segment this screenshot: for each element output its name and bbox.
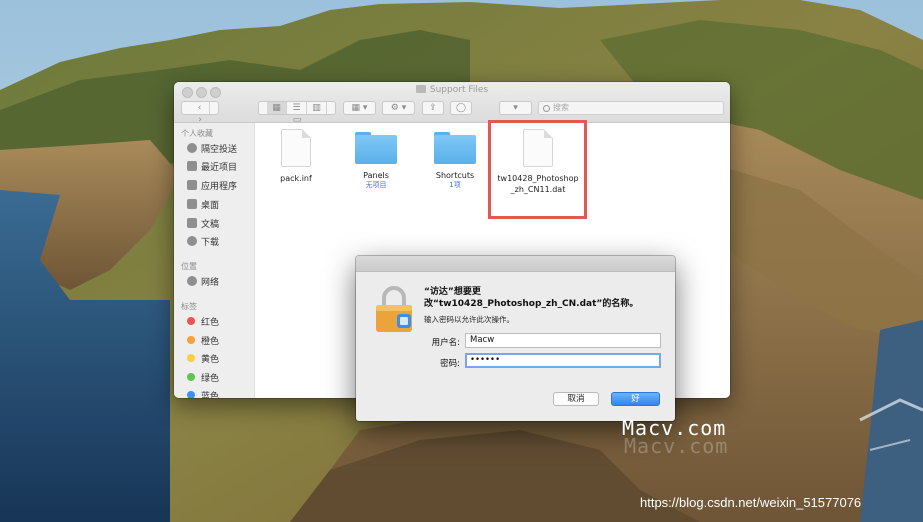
applications-icon (187, 180, 197, 190)
folder-icon (415, 85, 426, 93)
file-name: Panels (363, 171, 389, 180)
folder-icon (434, 132, 476, 164)
airdrop-icon (187, 143, 197, 153)
yellow-tag-dot-icon (187, 354, 195, 362)
sidebar-item-label: 橙色 (201, 337, 220, 347)
sidebar-item-tag-red[interactable]: 红色 (187, 316, 219, 330)
file-name: Shortcuts (435, 171, 475, 180)
icon-view-icon[interactable]: ▦ (267, 102, 287, 114)
action-menu-button[interactable]: ⚙ ▾ (382, 101, 415, 115)
sidebar-item-tag-orange[interactable]: 橙色 (187, 335, 219, 349)
dialog-title: “访达”想要更改“tw10428_Photoshop_zh_CN.dat”的名称… (424, 287, 639, 309)
folder-item-count: 无项目 (365, 181, 387, 189)
orange-tag-dot-icon (187, 336, 195, 344)
window-title-text: Support Files (429, 85, 489, 95)
file-item-pack-inf[interactable]: pack.inf (257, 129, 335, 184)
sidebar-header-locations: 位置 (181, 262, 197, 271)
auth-dialog: “访达”想要更改“tw10428_Photoshop_zh_CN.dat”的名称… (356, 256, 675, 421)
username-label: 用户名: (431, 338, 460, 348)
document-icon (281, 129, 311, 167)
sidebar-header-tags: 标签 (181, 302, 197, 311)
dropbox-button[interactable]: ▾ (499, 101, 532, 115)
sidebar-item-tag-blue[interactable]: 蓝色 (187, 390, 219, 398)
sidebar-item-desktop[interactable]: 桌面 (187, 199, 219, 213)
search-placeholder: 搜索 (553, 103, 569, 112)
brand-watermark: Macv.com (622, 416, 727, 440)
downloads-icon (187, 236, 197, 246)
finder-sidebar: 个人收藏 隔空投送 最近项目 应用程序 桌面 文稿 下载 位置 网络 标签 红色… (174, 123, 255, 398)
highlight-box (488, 120, 587, 219)
file-name: pack.inf (280, 174, 312, 183)
blue-tag-dot-icon (187, 391, 195, 398)
password-field[interactable]: •••••• (465, 353, 661, 368)
sidebar-item-label: 文稿 (201, 220, 220, 230)
sidebar-item-label: 网络 (201, 278, 220, 288)
search-input[interactable]: 搜索 (538, 101, 724, 115)
dialog-subtitle: 输入密码以允许此次操作。 (424, 315, 514, 324)
sidebar-item-recents[interactable]: 最近项目 (187, 161, 237, 175)
back-forward-buttons[interactable]: ‹› (181, 101, 219, 125)
tags-button[interactable]: ◯ (450, 101, 472, 115)
network-icon (187, 276, 197, 286)
finder-titlebar: Support Files ‹› ▦ ☰ ▥▭ ▦ ▾ ⚙ ▾ ⇪ ◯ ▾ 搜索 (174, 82, 730, 125)
sidebar-item-downloads[interactable]: 下载 (187, 236, 219, 250)
sidebar-item-label: 绿色 (201, 374, 220, 384)
documents-icon (187, 218, 197, 228)
sidebar-item-documents[interactable]: 文稿 (187, 218, 219, 232)
sidebar-item-airdrop[interactable]: 隔空投送 (187, 143, 237, 157)
folder-icon (355, 132, 397, 164)
recents-icon (187, 161, 197, 171)
group-by-button[interactable]: ▦ ▾ (343, 101, 376, 115)
sidebar-item-label: 蓝色 (201, 392, 220, 398)
sidebar-item-label: 桌面 (201, 201, 220, 211)
url-watermark: https://blog.csdn.net/weixin_51577076 (640, 495, 862, 510)
sidebar-item-label: 隔空投送 (201, 145, 238, 155)
gear-icon: ⚙ ▾ (390, 103, 407, 113)
sidebar-item-label: 最近项目 (201, 163, 238, 173)
sidebar-item-label: 黄色 (201, 355, 220, 365)
share-button[interactable]: ⇪ (422, 101, 444, 115)
column-view-icon[interactable]: ▥ (307, 102, 327, 114)
chevron-down-icon: ▾ (513, 103, 518, 113)
folder-item-panels[interactable]: Panels 无项目 (337, 129, 415, 190)
list-view-icon[interactable]: ☰ (287, 102, 307, 114)
sidebar-item-label: 应用程序 (201, 182, 238, 192)
sidebar-header-favorites: 个人收藏 (181, 129, 213, 138)
ok-button[interactable]: 好 (611, 392, 660, 406)
folder-item-count: 1项 (449, 181, 461, 189)
dialog-titlebar (356, 256, 675, 272)
green-tag-dot-icon (187, 373, 195, 381)
sidebar-item-label: 红色 (201, 318, 220, 328)
desktop-icon (187, 199, 197, 209)
tag-icon: ◯ (455, 103, 467, 113)
lock-icon (376, 286, 412, 332)
sidebar-item-applications[interactable]: 应用程序 (187, 180, 237, 194)
sidebar-item-label: 下载 (201, 238, 220, 248)
back-chevron-icon[interactable]: ‹ (190, 102, 210, 114)
red-tag-dot-icon (187, 317, 195, 325)
folder-item-shortcuts[interactable]: Shortcuts 1项 (416, 129, 494, 190)
sidebar-item-tag-yellow[interactable]: 黄色 (187, 353, 219, 367)
username-field[interactable]: Macw (465, 333, 661, 348)
cancel-button[interactable]: 取消 (553, 392, 599, 406)
password-label: 密码: (440, 359, 460, 369)
sidebar-item-network[interactable]: 网络 (187, 276, 219, 290)
window-title: Support Files (174, 85, 730, 95)
share-icon: ⇪ (429, 103, 437, 113)
group-icon: ▦ ▾ (351, 103, 368, 113)
view-mode-selector[interactable]: ▦ ☰ ▥▭ (258, 101, 336, 125)
sidebar-item-tag-green[interactable]: 绿色 (187, 372, 219, 386)
search-icon (543, 105, 550, 112)
